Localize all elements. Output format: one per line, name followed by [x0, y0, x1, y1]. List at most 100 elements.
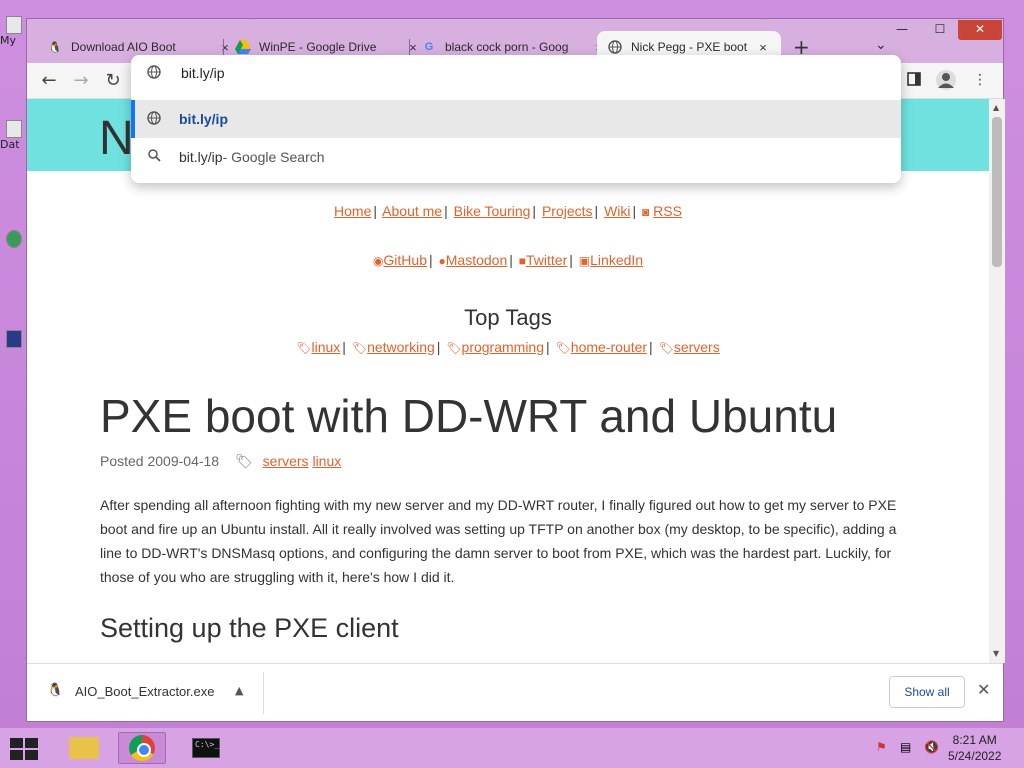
desktop-icon-data[interactable]: Dat — [0, 120, 26, 151]
address-bar[interactable] — [131, 55, 901, 91]
linkedin-link[interactable]: LinkedIn — [590, 252, 643, 268]
nav-rss-link[interactable]: RSS — [653, 203, 682, 219]
nav-projects-link[interactable]: Projects — [542, 203, 593, 219]
tag-icon: 🏷 — [296, 341, 312, 355]
clock-date: 5/24/2022 — [948, 749, 1002, 763]
aio-boot-file-icon: 🐧 — [47, 682, 64, 697]
tab-title: Download AIO Boot — [71, 40, 176, 54]
computer-icon — [6, 16, 22, 34]
section-heading: Setting up the PXE client — [100, 613, 399, 643]
scroll-down-icon[interactable]: ▼ — [993, 649, 999, 658]
top-tags-list: 🏷linux | 🏷networking | 🏷programming | 🏷home… — [296, 339, 720, 355]
rss-icon: ◙ — [642, 205, 650, 219]
minimize-button[interactable]: — — [888, 20, 916, 40]
suggestion-subtext: - Google Search — [222, 149, 325, 165]
desktop-icon-app[interactable] — [0, 230, 26, 248]
tab-title: WinPE - Google Drive — [259, 40, 377, 54]
globe-icon — [607, 39, 623, 55]
address-input[interactable] — [181, 65, 781, 81]
tab-divider — [409, 39, 410, 55]
linkedin-icon: ▣ — [578, 254, 591, 268]
kebab-menu-icon[interactable]: ⋮ — [973, 72, 987, 88]
globe-icon — [145, 110, 163, 128]
profile-avatar-icon[interactable] — [935, 69, 957, 95]
chrome-taskbar-button[interactable] — [118, 732, 166, 764]
github-icon: ◉ — [372, 254, 384, 268]
tab-divider — [223, 39, 224, 55]
scroll-up-icon[interactable]: ▲ — [993, 103, 999, 112]
nav-bike-touring-link[interactable]: Bike Touring — [454, 203, 531, 219]
chevron-up-icon[interactable]: ▲ — [235, 684, 243, 697]
tag-link[interactable]: home-router — [571, 339, 647, 355]
windows-start-icon[interactable] — [10, 738, 38, 760]
maximize-button[interactable]: ☐ — [926, 20, 954, 40]
post-body: After spending all afternoon fighting wi… — [100, 497, 897, 585]
network-icon[interactable]: ▤ — [900, 740, 911, 754]
omnibox-dropdown: bit.ly/ip bit.ly/ip - Google Search — [131, 55, 901, 183]
tag-icon: 🏷 — [351, 341, 368, 355]
site-nav: Home | About me | Bike Touring | Projects | … — [334, 203, 682, 219]
tab-close-icon[interactable]: × — [755, 40, 771, 55]
tag-link[interactable]: linux — [312, 339, 341, 355]
reload-icon[interactable]: ↻ — [103, 71, 123, 91]
post-tag-link[interactable]: linux — [312, 453, 341, 469]
close-icon[interactable]: ✕ — [977, 680, 990, 699]
twitter-icon: ■ — [518, 254, 527, 268]
tag-link[interactable]: programming — [462, 339, 544, 355]
taskbar: C:\>_ ⚑ ▤ 🔇 8:21 AM 5/24/2022 — [0, 728, 1024, 768]
forward-arrow-icon[interactable]: → — [71, 71, 91, 91]
nav-wiki-link[interactable]: Wiki — [604, 203, 630, 219]
site-logo[interactable]: N — [99, 111, 134, 166]
suggestion-text: bit.ly/ip — [179, 149, 223, 165]
system-clock[interactable]: 8:21 AM 5/24/2022 — [948, 732, 1001, 764]
file-explorer-taskbar-button[interactable] — [60, 732, 108, 764]
desktop-icon-label: Dat — [0, 138, 20, 151]
show-all-button[interactable]: Show all — [889, 676, 965, 708]
post-tag-link[interactable]: servers — [263, 453, 309, 469]
browser-window: 🐧 Download AIO Boot × WinPE - Google Dri… — [26, 18, 1005, 722]
desktop-icon-my-computer[interactable]: My — [0, 16, 26, 47]
side-panel-icon[interactable] — [907, 72, 921, 90]
github-link[interactable]: GitHub — [383, 252, 427, 268]
folder-icon — [69, 737, 99, 759]
twitter-link[interactable]: Twitter — [526, 252, 567, 268]
suggestion-text: bit.ly/ip — [179, 111, 228, 127]
tag-icon: 🏷 — [446, 341, 462, 355]
app-icon — [6, 330, 22, 348]
scrollbar-thumb[interactable] — [992, 117, 1002, 267]
page-scrollbar[interactable]: ▲ ▼ — [989, 99, 1005, 663]
post-date: Posted 2009-04-18 — [100, 453, 220, 469]
post-title: PXE boot with DD-WRT and Ubuntu — [100, 390, 838, 442]
page-viewport: N Home | About me | Bike Touring | Projects… — [27, 99, 989, 663]
omnibox-suggestion-search[interactable]: bit.ly/ip - Google Search — [131, 138, 901, 176]
post-meta: Posted 2009-04-18 🏷 servers linux — [100, 453, 341, 470]
clock-time: 8:21 AM — [952, 733, 997, 747]
download-item[interactable]: 🐧 AIO_Boot_Extractor.exe — [47, 682, 214, 700]
tab-search-icon[interactable]: ⌄ — [875, 37, 887, 53]
drive-icon — [6, 120, 22, 138]
command-prompt-taskbar-button[interactable]: C:\>_ — [178, 732, 234, 764]
terminal-icon: C:\>_ — [192, 738, 220, 758]
mastodon-link[interactable]: Mastodon — [446, 252, 507, 268]
nav-about-link[interactable]: About me — [382, 203, 442, 219]
tab-title: Nick Pegg - PXE boot w — [631, 40, 749, 54]
tag-link[interactable]: networking — [367, 339, 435, 355]
volume-muted-icon[interactable]: 🔇 — [924, 740, 939, 754]
omnibox-suggestion-url[interactable]: bit.ly/ip — [131, 100, 901, 138]
back-arrow-icon[interactable]: ← — [39, 71, 59, 91]
tab-title: black cock porn - Goog — [445, 40, 569, 54]
app-icon — [6, 230, 22, 248]
tag-link[interactable]: servers — [674, 339, 720, 355]
flag-warning-icon[interactable]: ⚑ — [876, 740, 887, 754]
aio-boot-favicon-icon: 🐧 — [48, 41, 62, 54]
desktop-icon-app-2[interactable] — [0, 330, 26, 348]
download-filename: AIO_Boot_Extractor.exe — [75, 683, 215, 699]
tag-icon: 🏷 — [555, 341, 571, 355]
nav-home-link[interactable]: Home — [334, 203, 371, 219]
download-bar: 🐧 AIO_Boot_Extractor.exe ▲ Show all ✕ — [27, 663, 1003, 721]
google-drive-icon — [235, 39, 251, 55]
desktop-icon-label: My — [0, 34, 17, 47]
top-tags-title: Top Tags — [464, 305, 552, 330]
google-icon: G — [424, 41, 434, 53]
close-window-button[interactable]: ✕ — [958, 20, 1002, 40]
